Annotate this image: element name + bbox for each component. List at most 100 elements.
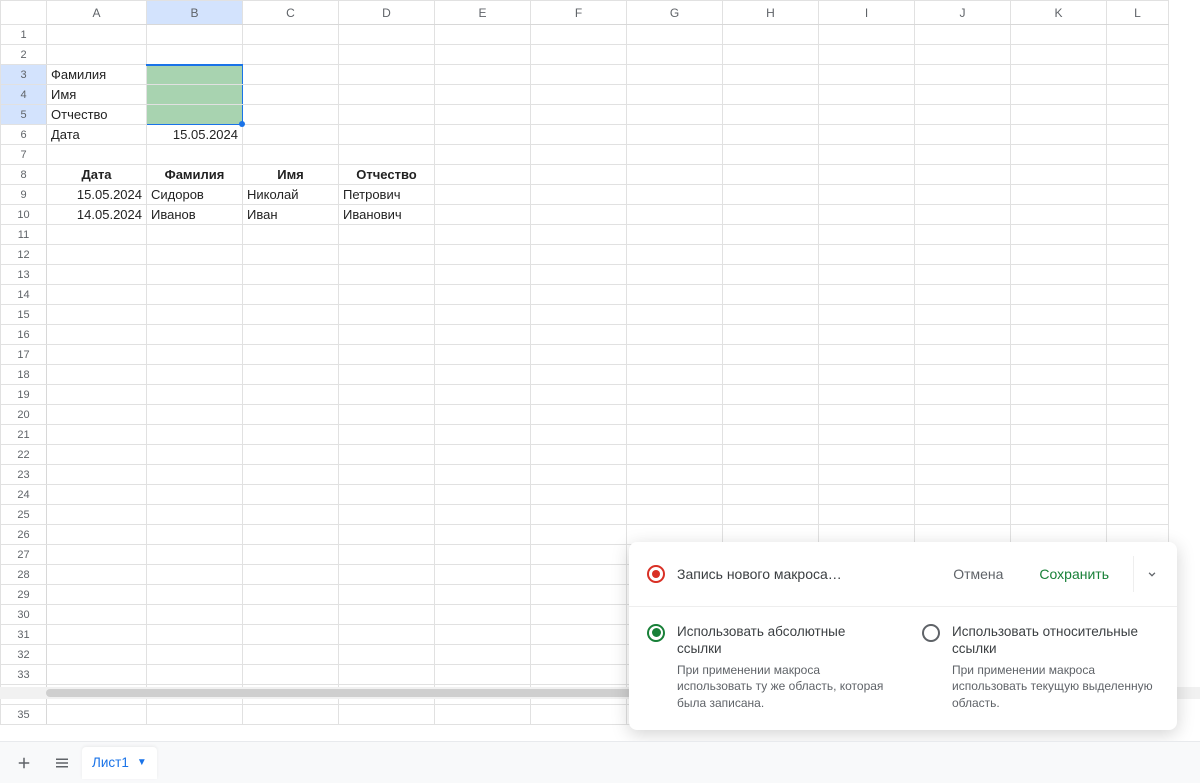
- cell-B22[interactable]: [147, 445, 243, 465]
- cell-D4[interactable]: [339, 85, 435, 105]
- cell-C10[interactable]: Иван: [243, 205, 339, 225]
- cell-G13[interactable]: [627, 265, 723, 285]
- cell-F10[interactable]: [531, 205, 627, 225]
- cell-F29[interactable]: [531, 585, 627, 605]
- cell-K20[interactable]: [1011, 405, 1107, 425]
- cell-K12[interactable]: [1011, 245, 1107, 265]
- cell-J4[interactable]: [915, 85, 1011, 105]
- cell-L8[interactable]: [1107, 165, 1169, 185]
- cell-K5[interactable]: [1011, 105, 1107, 125]
- cell-E18[interactable]: [435, 365, 531, 385]
- cell-H13[interactable]: [723, 265, 819, 285]
- cell-G6[interactable]: [627, 125, 723, 145]
- cell-H25[interactable]: [723, 505, 819, 525]
- cell-D20[interactable]: [339, 405, 435, 425]
- cell-B7[interactable]: [147, 145, 243, 165]
- cell-H7[interactable]: [723, 145, 819, 165]
- cell-A9[interactable]: 15.05.2024: [47, 185, 147, 205]
- cell-B11[interactable]: [147, 225, 243, 245]
- cell-A32[interactable]: [47, 645, 147, 665]
- cell-K19[interactable]: [1011, 385, 1107, 405]
- cell-H6[interactable]: [723, 125, 819, 145]
- cell-G5[interactable]: [627, 105, 723, 125]
- cell-A31[interactable]: [47, 625, 147, 645]
- cell-I17[interactable]: [819, 345, 915, 365]
- row-header-24[interactable]: 24: [1, 485, 47, 505]
- cell-L24[interactable]: [1107, 485, 1169, 505]
- cell-E3[interactable]: [435, 65, 531, 85]
- cell-I8[interactable]: [819, 165, 915, 185]
- cell-B5[interactable]: [147, 105, 243, 125]
- cell-A10[interactable]: 14.05.2024: [47, 205, 147, 225]
- cell-B29[interactable]: [147, 585, 243, 605]
- cell-I1[interactable]: [819, 25, 915, 45]
- cell-L6[interactable]: [1107, 125, 1169, 145]
- cell-B24[interactable]: [147, 485, 243, 505]
- cell-C26[interactable]: [243, 525, 339, 545]
- cell-I6[interactable]: [819, 125, 915, 145]
- cell-B2[interactable]: [147, 45, 243, 65]
- cell-E25[interactable]: [435, 505, 531, 525]
- radio-absolute-refs[interactable]: Использовать абсолютные ссылки При приме…: [647, 623, 884, 712]
- row-header-15[interactable]: 15: [1, 305, 47, 325]
- cell-C33[interactable]: [243, 665, 339, 685]
- row-header-35[interactable]: 35: [1, 705, 47, 725]
- cell-E23[interactable]: [435, 465, 531, 485]
- cell-J21[interactable]: [915, 425, 1011, 445]
- cell-B13[interactable]: [147, 265, 243, 285]
- row-header-12[interactable]: 12: [1, 245, 47, 265]
- cell-E30[interactable]: [435, 605, 531, 625]
- cell-E16[interactable]: [435, 325, 531, 345]
- cell-G7[interactable]: [627, 145, 723, 165]
- cell-G19[interactable]: [627, 385, 723, 405]
- cell-G4[interactable]: [627, 85, 723, 105]
- cell-D5[interactable]: [339, 105, 435, 125]
- cell-C18[interactable]: [243, 365, 339, 385]
- cell-F11[interactable]: [531, 225, 627, 245]
- row-header-3[interactable]: 3: [1, 65, 47, 85]
- cell-G2[interactable]: [627, 45, 723, 65]
- cell-J6[interactable]: [915, 125, 1011, 145]
- cell-E14[interactable]: [435, 285, 531, 305]
- cell-G10[interactable]: [627, 205, 723, 225]
- cell-C31[interactable]: [243, 625, 339, 645]
- cell-C28[interactable]: [243, 565, 339, 585]
- column-header-C[interactable]: C: [243, 1, 339, 25]
- cell-F32[interactable]: [531, 645, 627, 665]
- cell-C35[interactable]: [243, 705, 339, 725]
- selection-handle[interactable]: [239, 121, 245, 127]
- cell-A6[interactable]: Дата: [47, 125, 147, 145]
- cell-D18[interactable]: [339, 365, 435, 385]
- row-header-22[interactable]: 22: [1, 445, 47, 465]
- cell-K7[interactable]: [1011, 145, 1107, 165]
- cell-A1[interactable]: [47, 25, 147, 45]
- cell-H18[interactable]: [723, 365, 819, 385]
- cell-A17[interactable]: [47, 345, 147, 365]
- cell-F6[interactable]: [531, 125, 627, 145]
- cell-F12[interactable]: [531, 245, 627, 265]
- cell-C3[interactable]: [243, 65, 339, 85]
- cell-E28[interactable]: [435, 565, 531, 585]
- cell-G1[interactable]: [627, 25, 723, 45]
- cell-I18[interactable]: [819, 365, 915, 385]
- row-header-28[interactable]: 28: [1, 565, 47, 585]
- cell-L21[interactable]: [1107, 425, 1169, 445]
- cell-A5[interactable]: Отчество: [47, 105, 147, 125]
- cell-C32[interactable]: [243, 645, 339, 665]
- cell-C1[interactable]: [243, 25, 339, 45]
- cell-B32[interactable]: [147, 645, 243, 665]
- cell-C24[interactable]: [243, 485, 339, 505]
- cell-I11[interactable]: [819, 225, 915, 245]
- cell-L3[interactable]: [1107, 65, 1169, 85]
- cell-K8[interactable]: [1011, 165, 1107, 185]
- cell-C19[interactable]: [243, 385, 339, 405]
- cell-K3[interactable]: [1011, 65, 1107, 85]
- cell-B15[interactable]: [147, 305, 243, 325]
- column-header-D[interactable]: D: [339, 1, 435, 25]
- cell-G23[interactable]: [627, 465, 723, 485]
- cell-A18[interactable]: [47, 365, 147, 385]
- cell-L19[interactable]: [1107, 385, 1169, 405]
- cell-J14[interactable]: [915, 285, 1011, 305]
- cell-D1[interactable]: [339, 25, 435, 45]
- cell-A7[interactable]: [47, 145, 147, 165]
